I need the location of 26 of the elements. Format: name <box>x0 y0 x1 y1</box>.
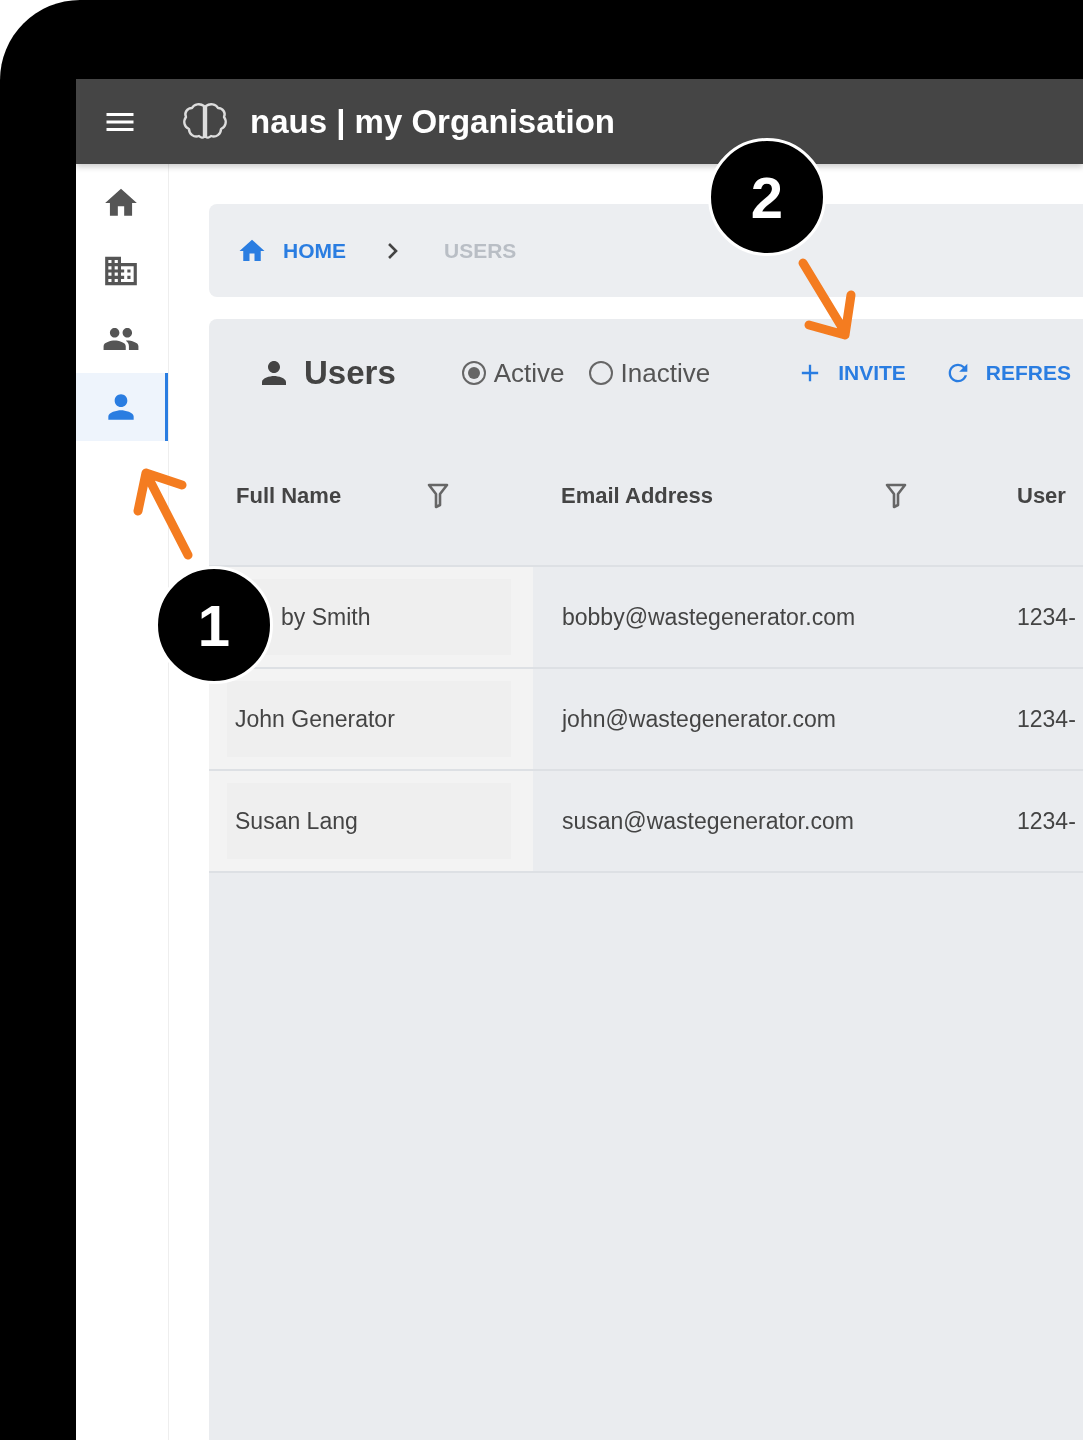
user-name: by Smith <box>281 603 371 631</box>
refresh-button[interactable]: REFRES <box>943 359 1072 387</box>
filter-icon[interactable] <box>885 483 907 509</box>
column-header: Full Name <box>236 483 342 509</box>
brain-logo-icon <box>182 101 228 142</box>
radio-icon[interactable] <box>461 361 486 385</box>
chevron-icon <box>388 242 398 259</box>
table-cell: 1234- <box>1017 807 1076 835</box>
filter-icon[interactable] <box>427 483 449 509</box>
email-text: john@wastegenerator.com <box>562 705 836 733</box>
user-name: Susan Lang <box>235 807 358 835</box>
breadcrumb-link[interactable]: HOME <box>237 235 346 266</box>
table-cell: 1234- <box>1017 603 1076 631</box>
email-text: susan@wastegenerator.com <box>562 807 854 835</box>
status-radio[interactable]: Active <box>461 357 565 389</box>
column-header: Email Address <box>561 483 714 509</box>
panel-title: Users <box>304 354 396 392</box>
column-header: User <box>1017 483 1066 509</box>
user-name: John Generator <box>235 705 395 733</box>
status-radio[interactable]: Inactive <box>588 357 711 389</box>
invite-button[interactable]: INVITE <box>796 359 906 387</box>
app-title: naus | my Organisation <box>250 102 615 141</box>
table-cell: 1234- <box>1017 705 1076 733</box>
email-text: bobby@wastegenerator.com <box>562 603 856 631</box>
radio-icon[interactable] <box>588 361 613 385</box>
sidebar-item[interactable] <box>76 373 168 441</box>
